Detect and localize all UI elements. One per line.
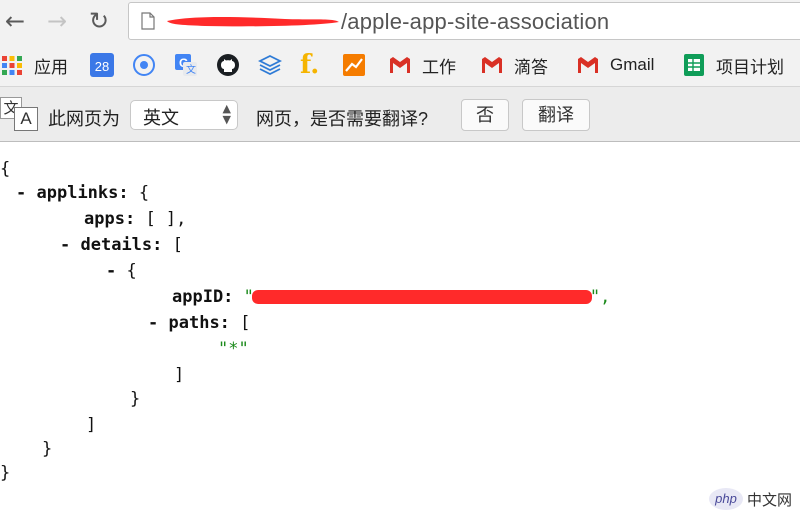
translate-button[interactable]: 翻译: [522, 99, 590, 131]
arrow-right-icon: →: [46, 7, 68, 35]
watermark-php-logo: php: [708, 488, 743, 510]
sheets-icon: [684, 54, 704, 76]
chart-icon: [343, 54, 365, 76]
google-translate-icon: G 文: [175, 54, 197, 76]
json-item-close: }: [130, 389, 141, 409]
json-appid-quote-close: ",: [589, 287, 611, 307]
browser-toolbar: ← → ↻ /apple-app-site-association: [0, 0, 800, 44]
json-key-applinks: applinks:: [36, 183, 129, 203]
json-paths-close: ]: [174, 365, 185, 385]
bookmark-github[interactable]: [216, 52, 240, 78]
bookmark-label: 工作: [422, 57, 456, 77]
json-viewer: { - applinks: { apps: [ ], - details: [ …: [0, 142, 800, 516]
bookmark-label: 项目计划: [716, 57, 784, 77]
watermark-site: 中文网: [746, 490, 792, 509]
translate-question: 网页，是否需要翻译?: [256, 109, 429, 129]
bookmark-project-plan[interactable]: 项目计划: [682, 52, 784, 78]
collapse-toggle[interactable]: -: [16, 183, 26, 203]
json-details-line: - details: [: [60, 234, 183, 256]
chrome-icon: [133, 54, 155, 76]
bookmark-label: Gmail: [610, 55, 655, 74]
json-item-line: - {: [106, 260, 137, 282]
json-applinks-line: - applinks: {: [16, 182, 149, 204]
json-applinks-open: {: [138, 183, 150, 203]
calendar-date: 28: [94, 59, 110, 74]
bookmark-chart[interactable]: [342, 52, 366, 78]
chevron-updown-icon: ▲ ▼: [222, 102, 231, 126]
bookmark-calendar[interactable]: 28: [90, 52, 114, 78]
json-paths-open: [: [240, 313, 251, 333]
json-paths-line: - paths: [: [148, 312, 250, 334]
bookmarks-bar: 应用 28 G 文: [0, 44, 800, 86]
document-icon: [141, 12, 155, 30]
json-applinks-close: }: [42, 439, 53, 459]
back-button[interactable]: ←: [2, 8, 28, 34]
language-select[interactable]: 英文 ▲ ▼: [130, 100, 238, 130]
f-glyph: f.: [300, 50, 320, 80]
no-button[interactable]: 否: [461, 99, 509, 131]
reload-icon: ↻: [88, 7, 110, 35]
gmail-icon: [578, 57, 598, 73]
json-path-value: "*": [218, 339, 249, 359]
json-appid-line: appID: " ",: [172, 286, 610, 308]
bookmark-work[interactable]: 工作: [388, 52, 456, 78]
github-icon: [217, 54, 239, 76]
reload-button[interactable]: ↻: [86, 8, 112, 34]
json-details-open: [: [172, 235, 183, 255]
bookmark-label: 应用: [34, 57, 68, 77]
json-apps-value: [ ],: [145, 209, 187, 229]
json-apps-line: apps: [ ],: [84, 208, 186, 230]
json-close-brace: }: [0, 463, 11, 483]
address-bar[interactable]: /apple-app-site-association: [128, 2, 800, 40]
f-icon: f.: [300, 50, 324, 80]
url-text: /apple-app-site-association: [341, 9, 610, 34]
bookmark-apps[interactable]: 应用: [0, 52, 68, 78]
apps-grid-icon: [2, 56, 22, 75]
json-key-details: details:: [80, 235, 163, 255]
gmail-icon: [482, 57, 502, 73]
forward-button[interactable]: →: [44, 8, 70, 34]
translate-bar: 文 A 此网页为 英文 ▲ ▼ 网页，是否需要翻译? 否 翻译: [0, 86, 800, 142]
bookmark-gmail[interactable]: Gmail: [576, 52, 654, 78]
watermark: php 中文网: [708, 488, 792, 510]
bookmark-translate[interactable]: G 文: [174, 52, 198, 78]
collapse-toggle[interactable]: -: [148, 313, 158, 333]
json-open-brace: {: [0, 159, 11, 179]
calendar-icon: 28: [90, 53, 114, 77]
json-key-paths: paths:: [168, 313, 230, 333]
bookmark-f[interactable]: f.: [300, 52, 324, 78]
bookmark-chrome[interactable]: [132, 52, 156, 78]
json-key-apps: apps:: [84, 209, 136, 229]
layers-icon: [258, 54, 282, 76]
arrow-left-icon: ←: [4, 7, 26, 35]
json-details-close: ]: [86, 415, 97, 435]
svg-text:文: 文: [186, 63, 196, 76]
bookmark-label: 滴答: [514, 57, 548, 77]
collapse-toggle[interactable]: -: [106, 261, 116, 281]
appid-redaction: [251, 290, 592, 304]
bookmark-dida[interactable]: 滴答: [480, 52, 548, 78]
collapse-toggle[interactable]: -: [60, 235, 70, 255]
bookmark-layers[interactable]: [258, 52, 282, 78]
json-key-appid: appID:: [172, 287, 234, 307]
json-item-open: {: [126, 261, 137, 281]
translate-prefix: 此网页为: [48, 109, 120, 129]
translate-icon: 文 A: [0, 97, 40, 133]
language-value: 英文: [143, 108, 179, 128]
url-redaction: [167, 17, 339, 27]
gmail-icon: [390, 57, 410, 73]
translate-icon-target: A: [14, 107, 38, 131]
